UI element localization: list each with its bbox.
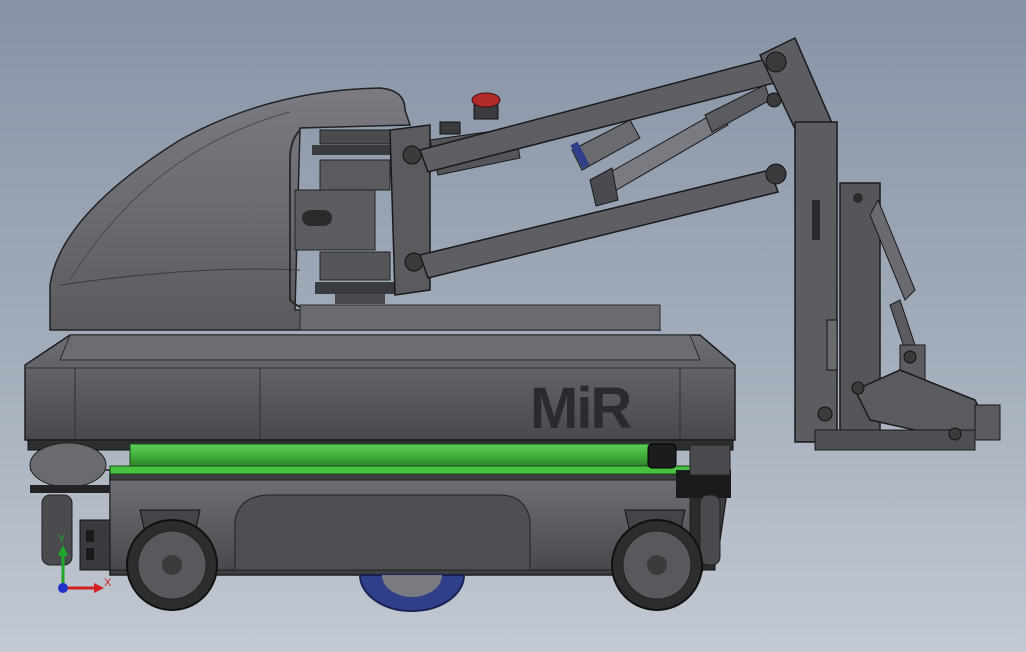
cad-viewport[interactable]: MiR Y X	[0, 0, 1026, 652]
green-status-strip	[129, 443, 651, 469]
lift-arm[interactable]	[419, 36, 836, 279]
arm-mount[interactable]	[294, 124, 431, 304]
y-axis-label: Y	[58, 533, 66, 545]
drive-wheel	[358, 574, 466, 612]
emergency-stop-button[interactable]	[439, 92, 501, 135]
mir-brand-logo: MiR	[530, 376, 631, 441]
x-axis-label: X	[104, 577, 112, 589]
gripper-assembly[interactable]	[794, 121, 1001, 451]
